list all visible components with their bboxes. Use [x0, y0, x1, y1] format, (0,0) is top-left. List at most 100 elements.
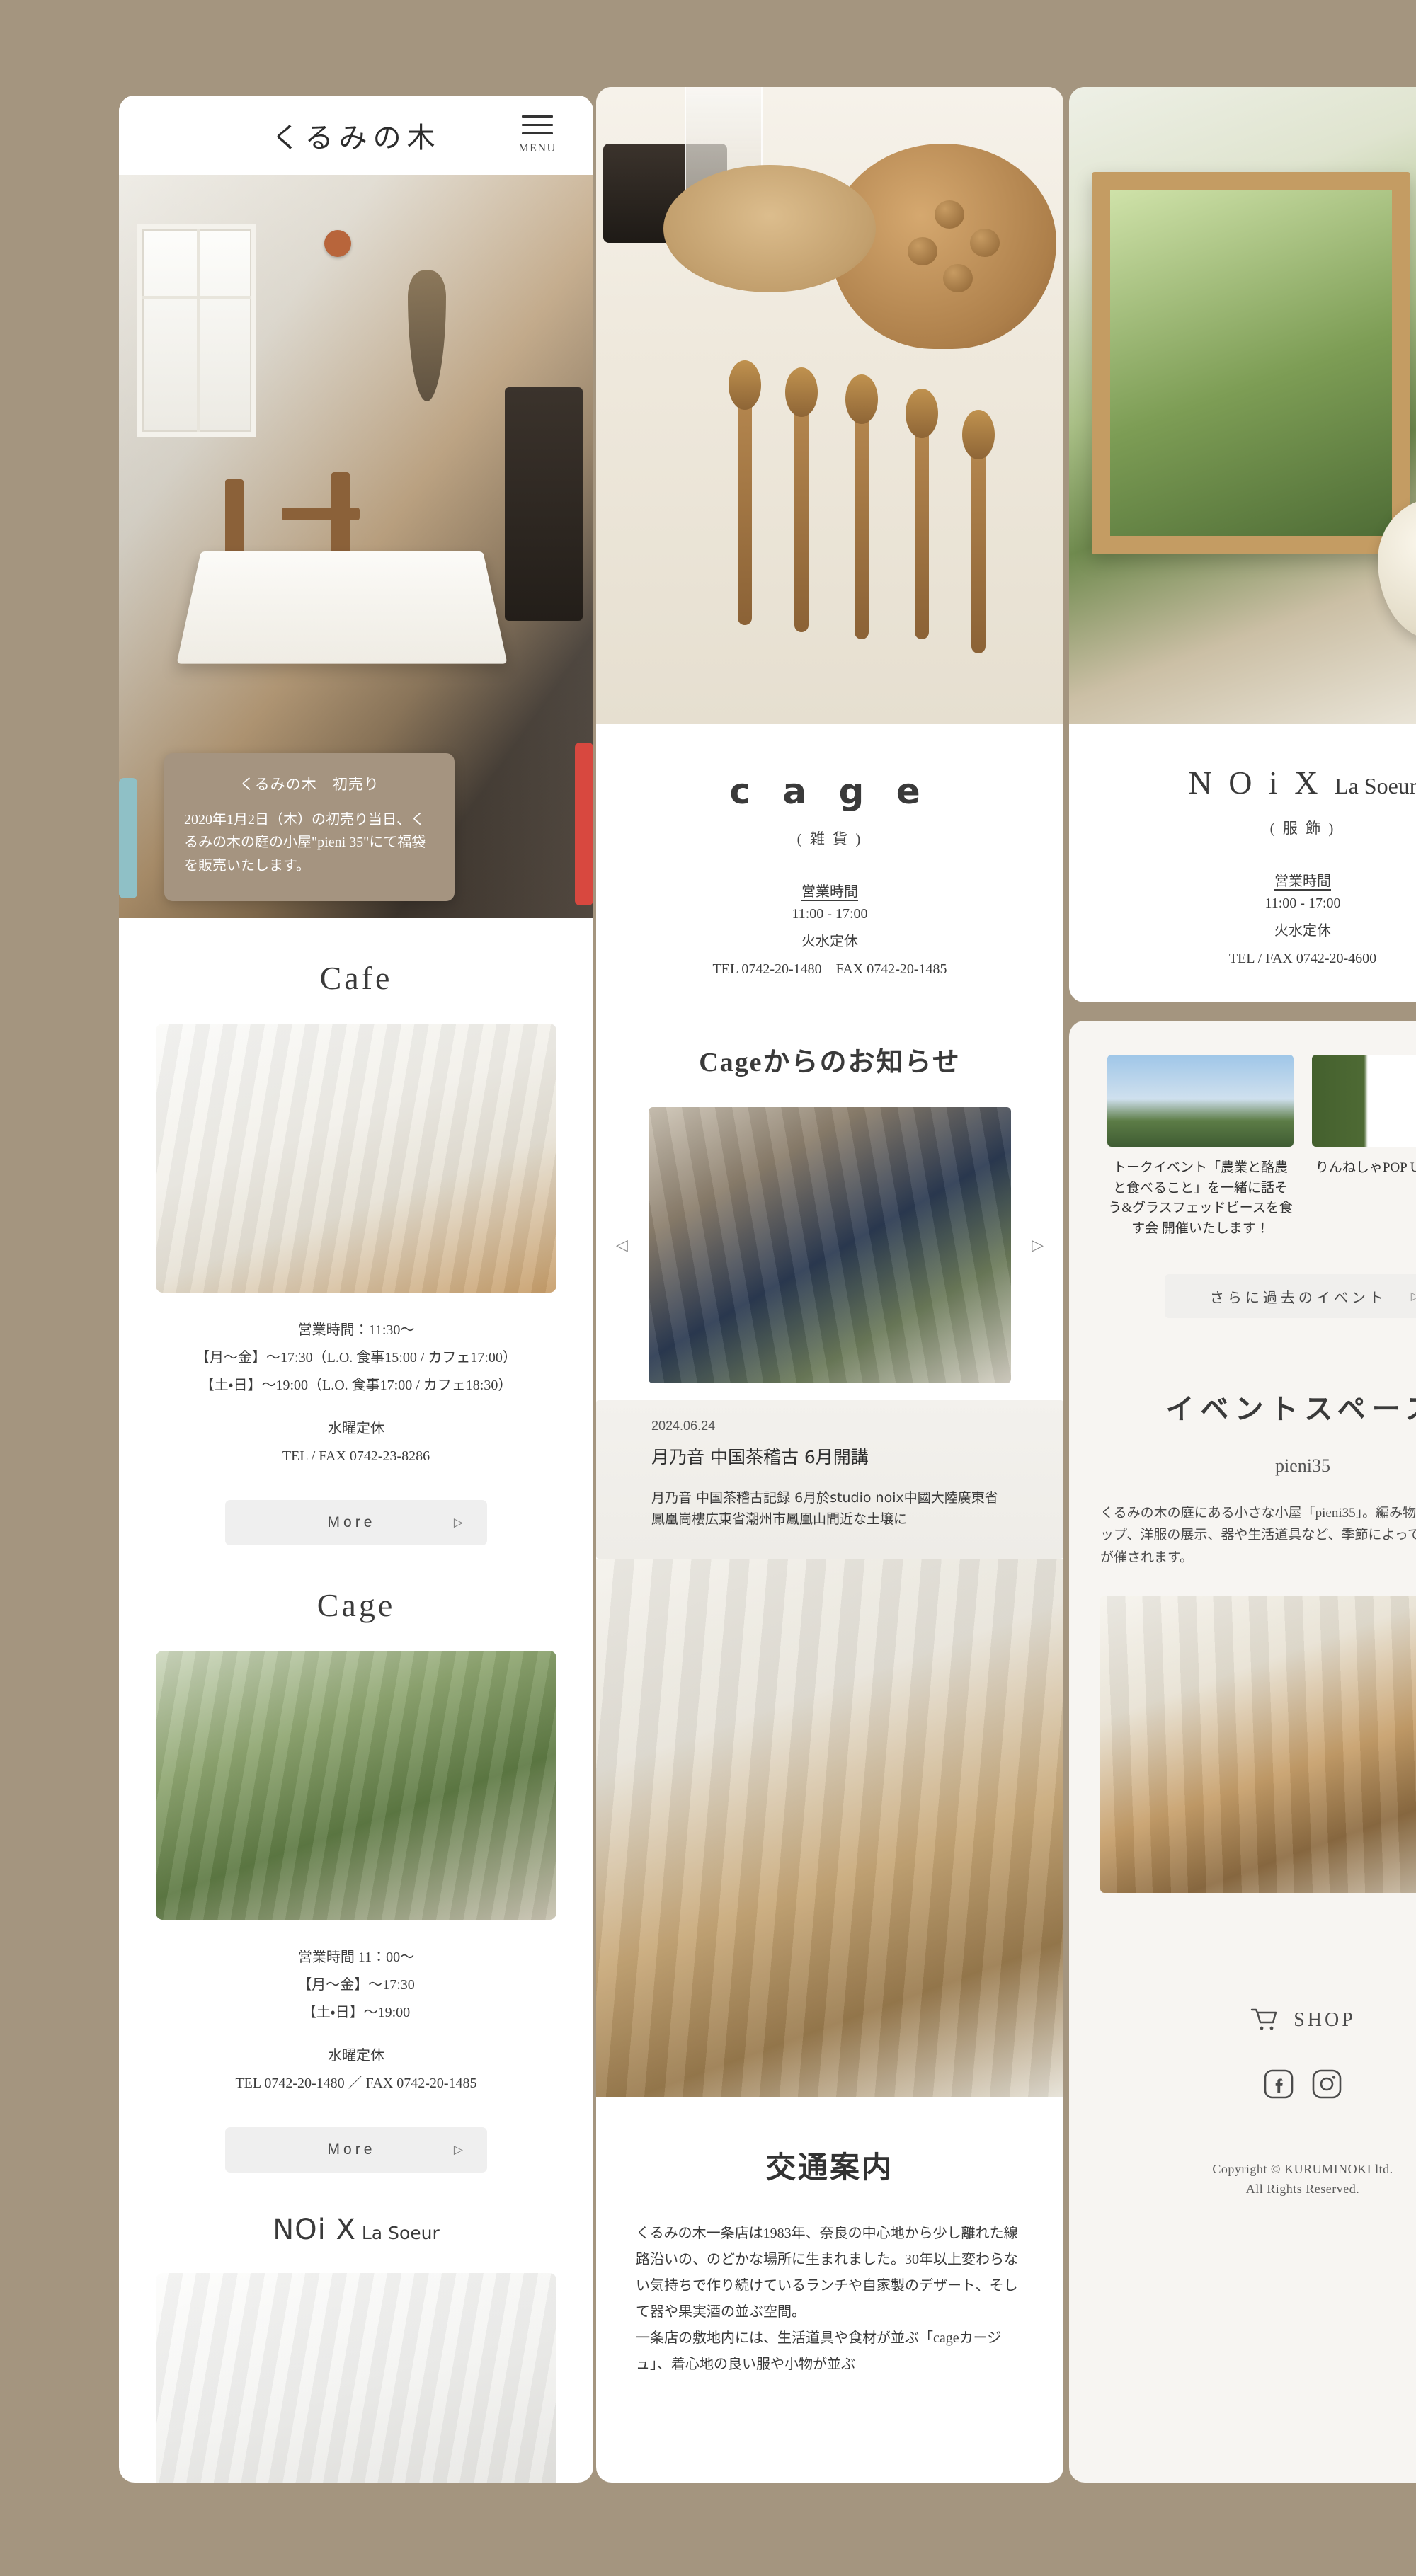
hero-nut-detail [970, 229, 1000, 257]
hero-nut-detail [908, 237, 937, 265]
right-column-bottom: トークイベント「農業と酪農と食べること」を一緒に話そう&グラスフェッドビースを食… [1069, 1021, 1416, 2483]
event-caption: トークイベント「農業と酪農と食べること」を一緒に話そう&グラスフェッドビースを食… [1108, 1160, 1293, 1236]
news-carousel: ◁ ▷ [616, 1107, 1044, 1383]
noix-contact-line: TEL / FAX 0742-20-4600 [1228, 951, 1377, 966]
hero-clock-detail [324, 230, 351, 257]
middle-column: c a g e ( 雑 貨 ) 営業時間 11:00 - 17:00 火水定休 … [596, 87, 1063, 2483]
copyright-line-2: All Rights Reserved. [1245, 2181, 1360, 2196]
event-space-description: くるみの木の庭にある小さな小屋「pieni35」。編み物のワークショップ、洋服の… [1100, 1506, 1416, 1565]
copyright: Copyright © KURUMINOKI ltd. All Rights R… [1069, 2160, 1416, 2199]
news-section-title: Cageからのお知らせ [699, 1048, 961, 1077]
hero-chair-detail [282, 508, 360, 520]
event-card[interactable]: りんねしゃPOP UP開催します [1312, 1055, 1416, 1239]
event-card[interactable]: トークイベント「農業と酪農と食べること」を一緒に話そう&グラスフェッドビースを食… [1107, 1055, 1294, 1239]
instagram-icon[interactable] [1312, 2069, 1342, 2099]
noix-closed-day: 火水定休 [1274, 923, 1331, 939]
hero-spoon-detail [962, 410, 995, 653]
noix-photo[interactable] [156, 2273, 556, 2483]
hero-notice-card[interactable]: くるみの木 初売り 2020年1月2日（木）の初売り当日、くるみの木の庭の小屋"… [164, 752, 455, 901]
cage-more-button[interactable]: More ▷ [225, 2127, 487, 2173]
cage-closed-day: 火水定休 [801, 934, 858, 949]
cafe-more-button[interactable]: More ▷ [225, 1500, 487, 1545]
cage-hours-weekend: 【土・日】〜19:00 [302, 2005, 411, 2020]
hero-window-detail [137, 224, 256, 437]
event-space-name: pieni35 [1275, 1455, 1330, 1476]
events-grid: トークイベント「農業と酪農と食べること」を一緒に話そう&グラスフェッドビースを食… [1069, 1021, 1416, 1239]
hero-fork-detail [785, 367, 818, 632]
cage-more-label: More [327, 2141, 376, 2158]
cafe-contact: TEL / FAX 0742-23-8286 [282, 1448, 430, 1464]
cage-hours-main: 営業時間 11：00〜 [297, 1950, 415, 1965]
chevron-right-icon: ▷ [453, 2143, 463, 2156]
access-paragraph-2: 一条店の敷地内には、生活道具や食材が並ぶ「cageカージュ」、着心地の良い服や小… [636, 2330, 1002, 2372]
accent-tab-red [575, 743, 593, 905]
noix-hours-time: 11:00 - 17:00 [1264, 895, 1341, 911]
cage-closed: 水曜定休 [328, 2048, 384, 2063]
noix-brand-main: N O i X [1188, 765, 1323, 801]
page-root: くるみの木 MENU くるみの木 初売り 2020年1月2日（木）の初売り当日、… [0, 0, 1416, 2576]
hero-nut-detail [935, 200, 964, 229]
notice-title: くるみの木 初売り [239, 775, 379, 793]
cafe-info: 営業時間：11:30〜 【月〜金】〜17:30（L.O. 食事15:00 / カ… [156, 1317, 556, 1470]
hero-spoon-detail [729, 360, 761, 625]
cage-hours-heading: 営業時間 [801, 884, 858, 900]
page-title: くるみの木 [271, 122, 441, 154]
notice-body: 2020年1月2日（木）の初売り当日、くるみの木の庭の小屋"pieni 35"に… [184, 811, 426, 874]
hamburger-icon [522, 115, 553, 134]
cafe-more-label: More [327, 1514, 376, 1530]
news-headline: 月乃音 中国茶稽古 6月開講 [651, 1447, 869, 1467]
menu-button[interactable]: MENU [515, 115, 559, 155]
site-header: くるみの木 MENU [119, 96, 593, 175]
access-title: 交通案内 [765, 2151, 893, 2185]
event-thumbnail [1312, 1055, 1416, 1147]
shop-link[interactable]: SHOP [1069, 2007, 1416, 2034]
cage-brand-subtitle: ( 雑 貨 ) [796, 830, 863, 847]
past-events-label: さらに過去のイベント [1209, 1290, 1387, 1306]
left-column: くるみの木 MENU くるみの木 初売り 2020年1月2日（木）の初売り当日、… [119, 96, 593, 2483]
cafe-closed: 水曜定休 [328, 1421, 384, 1436]
news-excerpt: 月乃音 中国茶稽古記録 6月於studio noix中國大陸廣東省鳳凰崗樓広東省… [651, 1490, 998, 1528]
social-links [1069, 2069, 1416, 2099]
event-space-photo[interactable] [1100, 1596, 1416, 1894]
cage-brand-title: c a g e [729, 771, 930, 812]
noix-brand-sub: La Soeur [1335, 773, 1416, 798]
shop-label: SHOP [1294, 2009, 1356, 2032]
accent-tab-teal [119, 778, 137, 898]
hero-nut-detail [943, 264, 973, 292]
cafe-photo[interactable] [156, 1024, 556, 1293]
hero-banner: くるみの木 初売り 2020年1月2日（木）の初売り当日、くるみの木の庭の小屋"… [119, 175, 593, 918]
noix-hours-heading: 営業時間 [1274, 874, 1331, 889]
chevron-right-icon: ▷ [453, 1516, 463, 1529]
news-photo[interactable] [649, 1107, 1011, 1383]
shop-interior-photo [596, 1558, 1063, 2097]
hero-dried-flowers-detail [408, 270, 446, 401]
cafe-hours-weekday: 【月〜金】〜17:30（L.O. 食事15:00 / カフェ17:00） [195, 1350, 517, 1366]
copyright-line-1: Copyright © KURUMINOKI ltd. [1212, 2162, 1393, 2177]
carousel-prev-icon[interactable]: ◁ [616, 1236, 628, 1254]
cage-hours-weekday: 【月〜金】〜17:30 [297, 1977, 415, 1993]
cafe-title: Cafe [319, 960, 393, 996]
event-thumbnail [1107, 1055, 1294, 1147]
hero-spoon-detail [906, 389, 938, 639]
section-cage: Cage 営業時間 11：00〜 【月〜金】〜17:30 【土・日】〜19:00… [119, 1586, 593, 2173]
event-space-title: イベントスペース [1165, 1393, 1416, 1425]
hero-stove-detail [505, 387, 583, 621]
news-item[interactable]: 2024.06.24 月乃音 中国茶稽古 6月開講 月乃音 中国茶稽古記録 6月… [596, 1400, 1063, 1559]
cage-contact-line: TEL 0742-20-1480 FAX 0742-20-1485 [712, 961, 947, 977]
noix-title-main: NOi X [273, 2214, 356, 2246]
shopping-cart-icon [1251, 2008, 1277, 2030]
past-events-button[interactable]: さらに過去のイベント ▷ [1165, 1274, 1416, 1318]
hero-fork-detail [845, 374, 878, 639]
noix-hero-photo [1069, 87, 1416, 724]
cage-photo[interactable] [156, 1651, 556, 1920]
section-noix: NOi X La Soeur [119, 2214, 593, 2483]
cage-contact: TEL 0742-20-1480 ／ FAX 0742-20-1485 [235, 2076, 477, 2091]
facebook-icon[interactable] [1264, 2069, 1294, 2099]
noix-category: ( 服 飾 ) [1269, 820, 1336, 837]
right-column-top: N O i X La Soeur ( 服 飾 ) 営業時間 11:00 - 17… [1069, 87, 1416, 1002]
noix-title: NOi X La Soeur [156, 2214, 556, 2246]
noix-title-sub: La Soeur [361, 2223, 440, 2243]
hero-straw-hat-detail [663, 165, 876, 292]
carousel-next-icon[interactable]: ▷ [1032, 1236, 1044, 1254]
noix-brand-title: N O i X La Soeur [1069, 764, 1416, 801]
